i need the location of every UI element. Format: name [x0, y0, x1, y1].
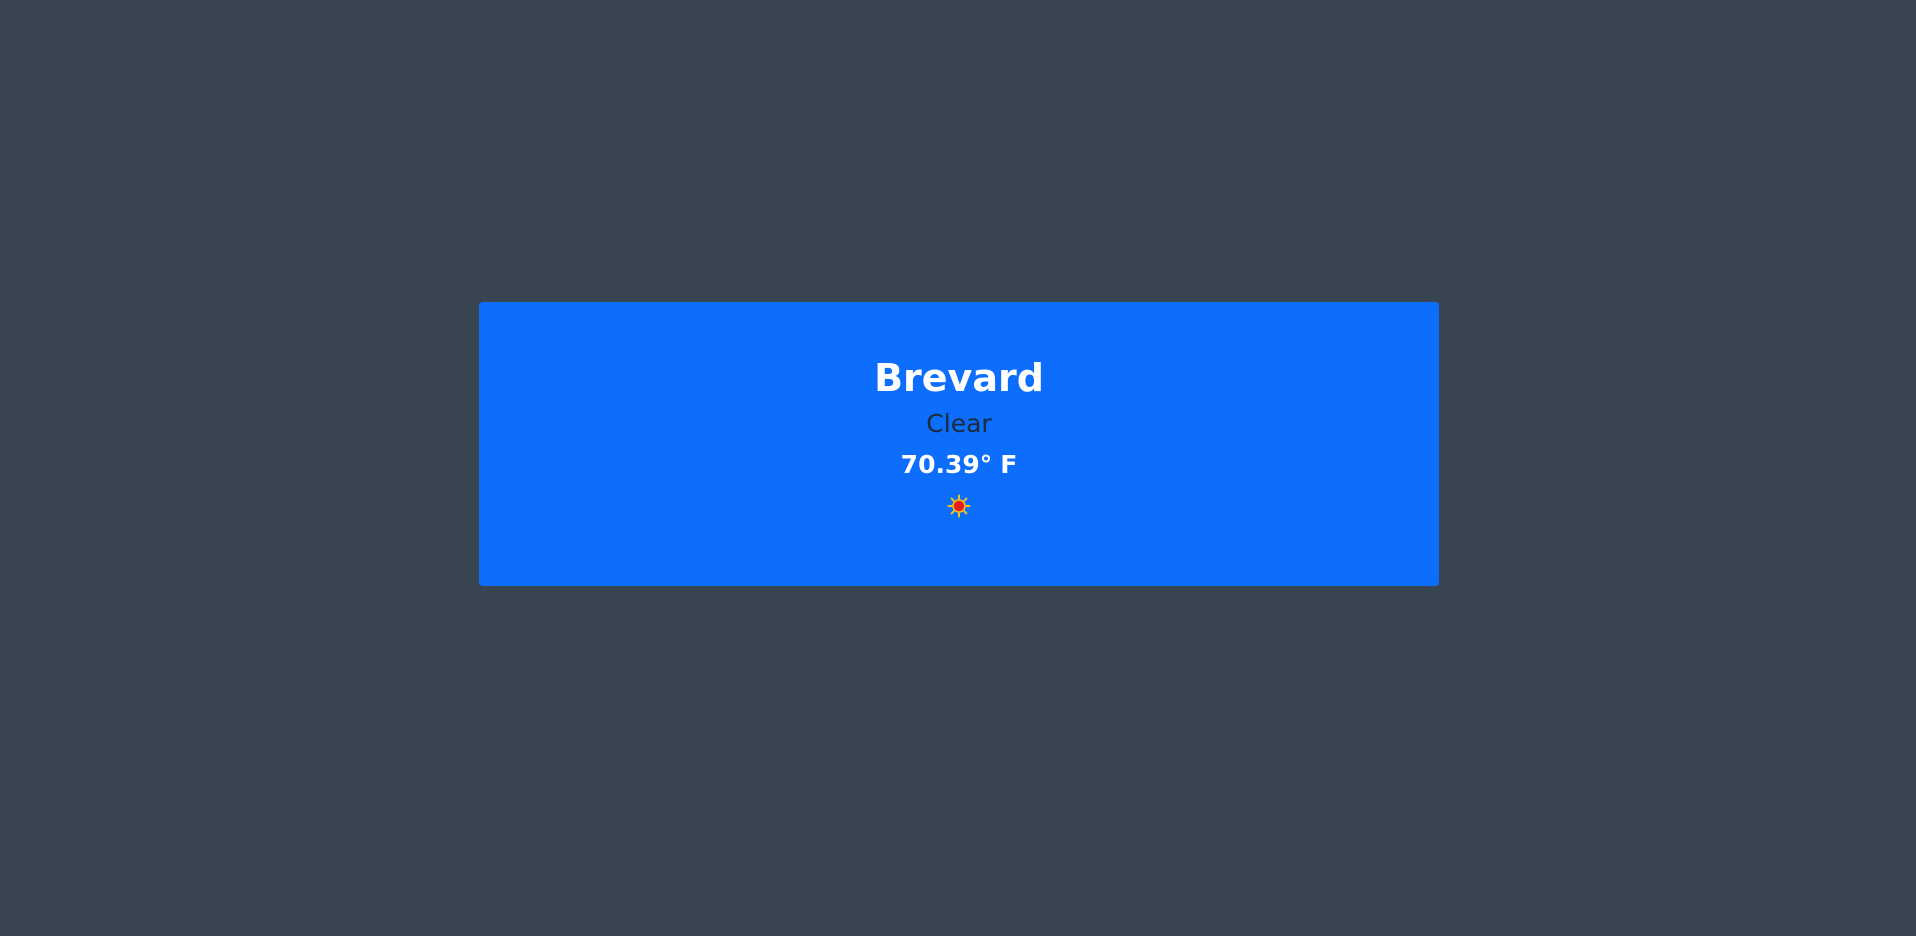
weather-card: Brevard Clear 70.39° F — [479, 302, 1439, 586]
page-background: Brevard Clear 70.39° F — [0, 0, 1916, 936]
weather-condition: Clear — [926, 409, 992, 438]
city-name: Brevard — [874, 356, 1044, 400]
temperature-row: 70.39° F — [901, 448, 1018, 482]
sun-icon — [947, 494, 971, 518]
temperature-unit: F — [1000, 450, 1018, 479]
sun-icon-graphic — [947, 494, 971, 518]
temperature-value: 70.39° — [900, 450, 993, 479]
